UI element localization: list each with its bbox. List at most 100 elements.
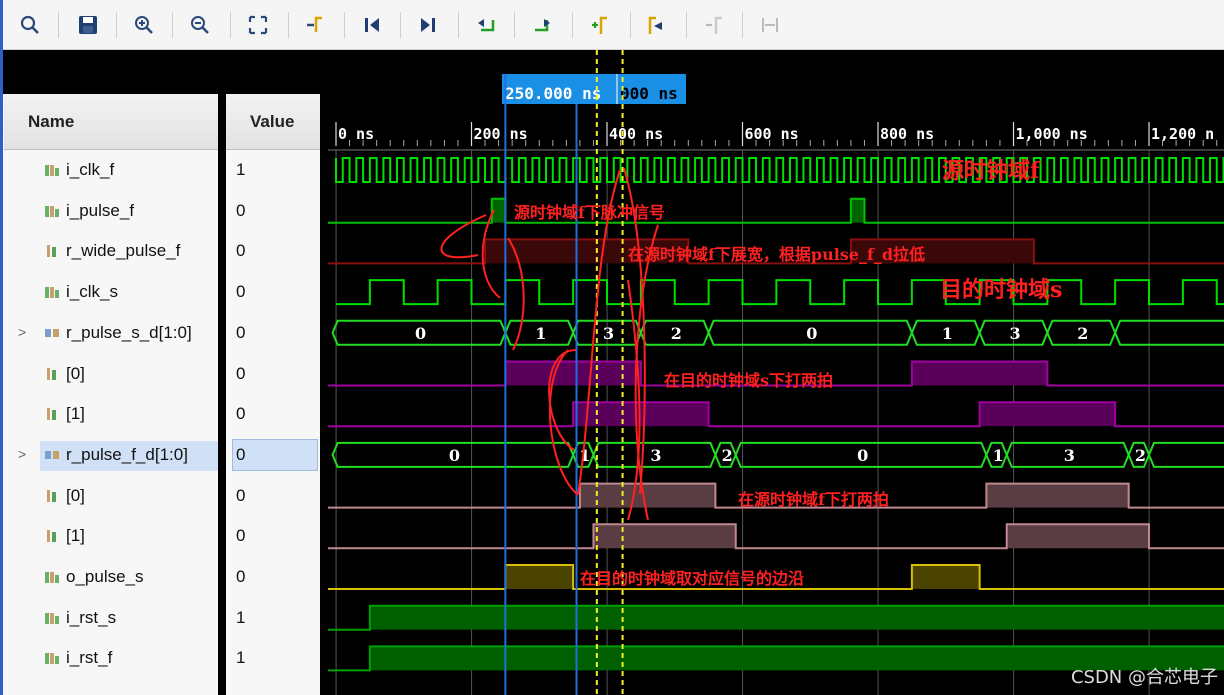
time-label: 600 ns: [745, 125, 799, 143]
annotation-text: 在源时钟域f下打两拍: [738, 490, 889, 509]
go-to-end-icon[interactable]: [414, 11, 442, 39]
cursor-time-label: 250.000 ns: [505, 84, 601, 103]
next-transition-icon[interactable]: [528, 11, 556, 39]
signal-value: 0: [236, 526, 246, 546]
time-label: 800 ns: [880, 125, 934, 143]
time-label: 200 ns: [474, 125, 528, 143]
signal-value: 0: [236, 363, 246, 383]
r-pulse-s-d-bus-value: 1: [942, 324, 953, 343]
signal-value: 0: [236, 567, 246, 586]
r-pulse-f-d-bus-value: 2: [722, 446, 733, 465]
register-icon: [44, 367, 60, 381]
signal-value: 0: [236, 444, 246, 464]
time-label: 0 ns: [338, 125, 374, 143]
r-pulse-f-d-bus-value: 0: [857, 446, 868, 465]
r-pulse-s-d-0-wave-fill: [505, 361, 641, 386]
signal-value: 0: [236, 485, 246, 505]
signal-name: r_wide_pulse_f: [66, 241, 181, 261]
r-pulse-f-d-1-wave-fill: [593, 524, 736, 549]
waveform-panel[interactable]: 0 ns 200 ns 400 ns 600 ns 800 ns 1,000 ns 1,20…: [328, 50, 1224, 695]
signal-row[interactable]: [1] 0: [4, 394, 320, 434]
r-pulse-f-d-bus-value: 1: [993, 446, 1004, 465]
signal-panel: Name Value i_clk_f 1 i_pulse_f 0 r_wide_puls…: [0, 50, 326, 695]
r-pulse-s-d-bus-value: 0: [806, 324, 817, 343]
name-column-header[interactable]: Name: [4, 94, 218, 150]
wire-icon: [44, 651, 60, 665]
signal-name: i_rst_s: [66, 607, 117, 627]
expand-chevron-icon[interactable]: >: [18, 324, 26, 340]
save-icon[interactable]: [74, 11, 102, 39]
signal-row[interactable]: [0] 0: [4, 476, 320, 516]
signal-row[interactable]: i_clk_s 0: [4, 272, 320, 312]
bus-icon: [44, 326, 60, 340]
annotation-text: 源时钟域f下脉冲信号: [514, 203, 665, 222]
signal-value: 0: [236, 322, 246, 342]
signal-name: i_clk_s: [66, 282, 118, 302]
r-pulse-f-d-bus-value: 0: [449, 446, 460, 465]
signal-row[interactable]: [0] 0: [4, 354, 320, 394]
signal-value: 1: [236, 648, 246, 668]
r-pulse-f-d-0-wave-fill: [579, 483, 716, 508]
signal-value: 0: [236, 404, 246, 424]
signal-row[interactable]: i_clk_f 1: [4, 150, 320, 190]
add-marker-icon[interactable]: [586, 11, 614, 39]
signal-name: [0]: [66, 485, 85, 505]
i-rst-s-wave-fill: [369, 605, 1224, 630]
r-pulse-f-d-0-wave-fill: [986, 483, 1129, 508]
signal-value: 1: [236, 607, 246, 627]
r-pulse-s-d-bus-value: 1: [535, 324, 546, 343]
signal-row[interactable]: o_pulse_s 0: [4, 557, 320, 597]
wire-icon: [44, 163, 60, 177]
previous-transition-icon[interactable]: [472, 11, 500, 39]
toolbar: [0, 0, 1224, 50]
value-column-header[interactable]: Value: [226, 94, 320, 150]
r-pulse-f-d-bus-value: 1: [579, 446, 590, 465]
signal-row[interactable]: > r_pulse_f_d[1:0] 0: [4, 435, 320, 475]
search-icon[interactable]: [16, 11, 44, 39]
signal-name: r_pulse_s_d[1:0]: [66, 322, 192, 342]
swap-cursors-icon[interactable]: [756, 11, 784, 39]
next-marker-icon[interactable]: [700, 11, 728, 39]
signal-row[interactable]: > r_pulse_s_d[1:0] 0: [4, 313, 320, 353]
marker-time-label: 000 ns: [620, 84, 678, 103]
signal-value: 0: [236, 282, 246, 302]
wire-icon: [44, 204, 60, 218]
o-pulse-s-wave-fill: [911, 565, 980, 589]
toolbar-accent: [0, 0, 3, 50]
zoom-fit-icon[interactable]: [244, 11, 272, 39]
o-pulse-s-wave-fill: [505, 565, 574, 589]
expand-chevron-icon[interactable]: >: [18, 446, 26, 462]
zoom-out-icon[interactable]: [186, 11, 214, 39]
r-pulse-s-d-0-wave-fill: [911, 361, 1048, 386]
r-pulse-f-d-1-wave-fill: [1006, 524, 1149, 549]
time-label: 1,200 n: [1151, 125, 1214, 143]
annotation-text: 在目的时钟域s下打两拍: [664, 371, 833, 390]
signal-row[interactable]: i_rst_f 1: [4, 638, 320, 678]
i-pulse-f-wave-fill: [850, 198, 865, 223]
r-pulse-s-d-1-wave-fill: [979, 402, 1116, 427]
go-to-cursor-icon[interactable]: [300, 11, 328, 39]
signal-row[interactable]: i_rst_s 1: [4, 598, 320, 638]
register-icon: [44, 529, 60, 543]
time-label: 400 ns: [609, 125, 663, 143]
r-pulse-f-d-bus-value: 3: [1064, 446, 1075, 465]
watermark: CSDN @合芯电子: [1070, 667, 1218, 688]
previous-marker-icon[interactable]: [642, 11, 670, 39]
signal-row[interactable]: [1] 0: [4, 516, 320, 556]
signal-value: 0: [236, 241, 246, 261]
r-pulse-f-d-bus-value: 2: [1135, 446, 1146, 465]
signal-value: 1: [236, 160, 246, 179]
annotation-text: 在目的时钟域取对应信号的边沿: [580, 569, 804, 588]
signal-name: i_rst_f: [66, 648, 113, 668]
signal-name: [0]: [66, 363, 85, 383]
signal-row[interactable]: i_pulse_f 0: [4, 191, 320, 231]
signal-row[interactable]: r_wide_pulse_f 0: [4, 231, 320, 271]
zoom-in-icon[interactable]: [130, 11, 158, 39]
register-icon: [44, 489, 60, 503]
signal-name: o_pulse_s: [66, 567, 144, 586]
r-pulse-s-d-1-wave-fill: [573, 402, 709, 427]
r-pulse-s-d-bus-value: 2: [1077, 324, 1088, 343]
go-to-start-icon[interactable]: [358, 11, 386, 39]
signal-value: 0: [236, 200, 246, 220]
wire-icon: [44, 611, 60, 625]
